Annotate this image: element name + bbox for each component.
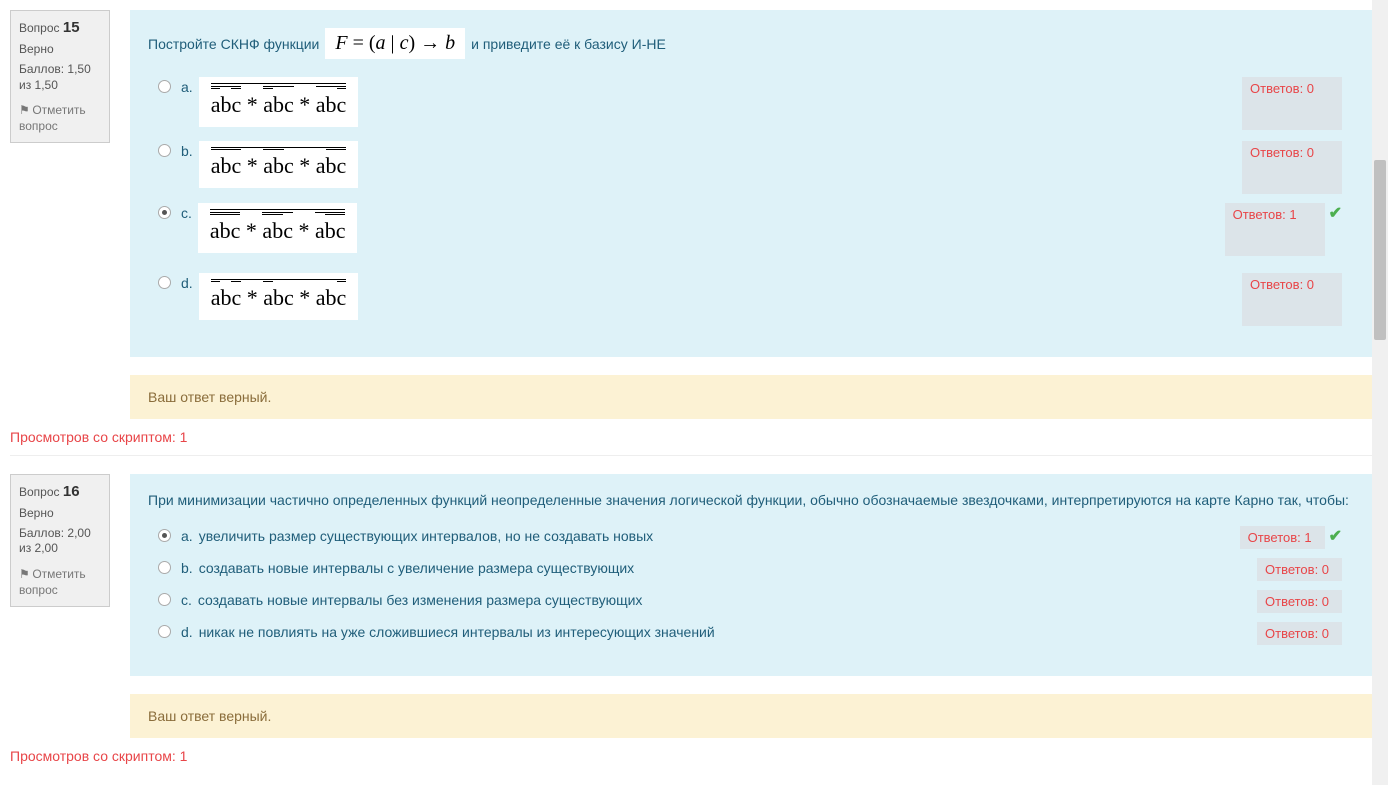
answer-count-badge: Ответов: 0 bbox=[1257, 590, 1342, 613]
question-16: Вопрос 16 Верно Баллов: 2,00 из 2,00 ⚑ О… bbox=[10, 474, 1378, 738]
answer-option-b[interactable]: b. abc * abc * abc Ответов: 0 bbox=[148, 141, 1360, 189]
option-text: создавать новые интервалы с увеличение р… bbox=[199, 560, 635, 576]
answer-count-wrap: Ответов: 0 bbox=[1242, 141, 1342, 194]
answer-count-badge: Ответов: 0 bbox=[1242, 273, 1342, 326]
content-area: При минимизации частично определенных фу… bbox=[130, 474, 1378, 738]
radio-a[interactable] bbox=[158, 529, 171, 542]
answer-option-a[interactable]: a. увеличить размер существующих интерва… bbox=[148, 526, 1360, 544]
option-letter: b. bbox=[181, 560, 193, 576]
option-formula: abc * abc * abc bbox=[199, 141, 359, 188]
question-marks: Баллов: 2,00 из 2,00 bbox=[19, 526, 101, 557]
question-status: Верно bbox=[19, 42, 101, 56]
option-letter: d. bbox=[181, 275, 193, 291]
question-status: Верно bbox=[19, 506, 101, 520]
radio-b[interactable] bbox=[158, 561, 171, 574]
radio-c[interactable] bbox=[158, 593, 171, 606]
content-area: Постройте СКНФ функции F = (a | c) → b и… bbox=[130, 10, 1378, 419]
answer-count-badge: Ответов: 0 bbox=[1242, 141, 1342, 194]
answer-count-badge: Ответов: 0 bbox=[1257, 622, 1342, 645]
question-marks: Баллов: 1,50 из 1,50 bbox=[19, 62, 101, 93]
answer-option-c[interactable]: c. создавать новые интервалы без изменен… bbox=[148, 590, 1360, 608]
question-formula: F = (a | c) → b bbox=[325, 28, 465, 59]
feedback: Ваш ответ верный. bbox=[130, 375, 1378, 419]
info-panel: Вопрос 16 Верно Баллов: 2,00 из 2,00 ⚑ О… bbox=[10, 474, 110, 607]
option-letter: a. bbox=[181, 79, 193, 95]
option-letter: a. bbox=[181, 528, 193, 544]
info-panel: Вопрос 15 Верно Баллов: 1,50 из 1,50 ⚑ О… bbox=[10, 10, 110, 143]
option-formula: abc * abc * abc bbox=[199, 273, 359, 320]
option-formula: abc * abc * abc bbox=[198, 203, 358, 253]
flag-icon: ⚑ bbox=[19, 567, 29, 583]
option-text: создавать новые интервалы без изменения … bbox=[198, 592, 643, 608]
answer-option-d[interactable]: d. никак не повлиять на уже сложившиеся … bbox=[148, 622, 1360, 640]
answer-option-d[interactable]: d. abc * abc * abc Ответов: 0 bbox=[148, 273, 1360, 321]
answer-count-badge: Ответов: 0 bbox=[1242, 77, 1342, 130]
question-text: Постройте СКНФ функции F = (a | c) → b и… bbox=[148, 28, 1360, 59]
radio-a[interactable] bbox=[158, 80, 171, 93]
answer-count-wrap: Ответов: 0 bbox=[1257, 590, 1342, 613]
check-icon: ✔ bbox=[1329, 526, 1342, 546]
radio-c[interactable] bbox=[158, 206, 171, 219]
radio-d[interactable] bbox=[158, 276, 171, 289]
answer-count-badge: Ответов: 1 bbox=[1240, 526, 1325, 549]
answer-count-wrap: Ответов: 0 bbox=[1257, 622, 1342, 645]
flag-question-link[interactable]: ⚑ Отметить вопрос bbox=[19, 103, 101, 134]
answers-list: a. увеличить размер существующих интерва… bbox=[148, 526, 1360, 640]
check-icon: ✔ bbox=[1329, 203, 1342, 223]
option-text: увеличить размер существующих интервалов… bbox=[199, 528, 653, 544]
option-letter: b. bbox=[181, 143, 193, 159]
radio-b[interactable] bbox=[158, 144, 171, 157]
option-letter: c. bbox=[181, 592, 192, 608]
option-text: никак не повлиять на уже сложившиеся инт… bbox=[199, 624, 715, 640]
question-text: При минимизации частично определенных фу… bbox=[148, 492, 1360, 508]
answers-list: a. abc * abc * abc Ответов: 0 b. abc * a… bbox=[148, 77, 1360, 321]
scrollbar-thumb[interactable] bbox=[1374, 160, 1386, 340]
answer-option-a[interactable]: a. abc * abc * abc Ответов: 0 bbox=[148, 77, 1360, 127]
feedback: Ваш ответ верный. bbox=[130, 694, 1378, 738]
flag-icon: ⚑ bbox=[19, 103, 29, 119]
question-content: При минимизации частично определенных фу… bbox=[130, 474, 1378, 676]
answer-count-badge: Ответов: 0 bbox=[1257, 558, 1342, 581]
answer-count-badge: Ответов: 1 bbox=[1225, 203, 1325, 256]
radio-d[interactable] bbox=[158, 625, 171, 638]
answer-count-wrap: Ответов: 1 ✔ bbox=[1240, 526, 1342, 549]
answer-count-wrap: Ответов: 0 bbox=[1242, 273, 1342, 326]
question-15: Вопрос 15 Верно Баллов: 1,50 из 1,50 ⚑ О… bbox=[10, 10, 1378, 419]
question-content: Постройте СКНФ функции F = (a | c) → b и… bbox=[130, 10, 1378, 357]
answer-count-wrap: Ответов: 0 bbox=[1257, 558, 1342, 581]
option-formula: abc * abc * abc bbox=[199, 77, 359, 127]
script-views-counter: Просмотров со скриптом: 1 bbox=[10, 738, 1378, 774]
script-views-counter: Просмотров со скриптом: 1 bbox=[10, 419, 1378, 456]
answer-count-wrap: Ответов: 0 bbox=[1242, 77, 1342, 130]
question-number: Вопрос 15 bbox=[19, 19, 101, 36]
option-letter: d. bbox=[181, 624, 193, 640]
scrollbar-track[interactable] bbox=[1372, 0, 1388, 785]
question-number: Вопрос 16 bbox=[19, 483, 101, 500]
option-letter: c. bbox=[181, 205, 192, 221]
flag-question-link[interactable]: ⚑ Отметить вопрос bbox=[19, 567, 101, 598]
answer-option-c[interactable]: c. abc * abc * abc Ответов: 1 ✔ bbox=[148, 203, 1360, 259]
answer-option-b[interactable]: b. создавать новые интервалы с увеличени… bbox=[148, 558, 1360, 576]
answer-count-wrap: Ответов: 1 ✔ bbox=[1225, 203, 1342, 256]
